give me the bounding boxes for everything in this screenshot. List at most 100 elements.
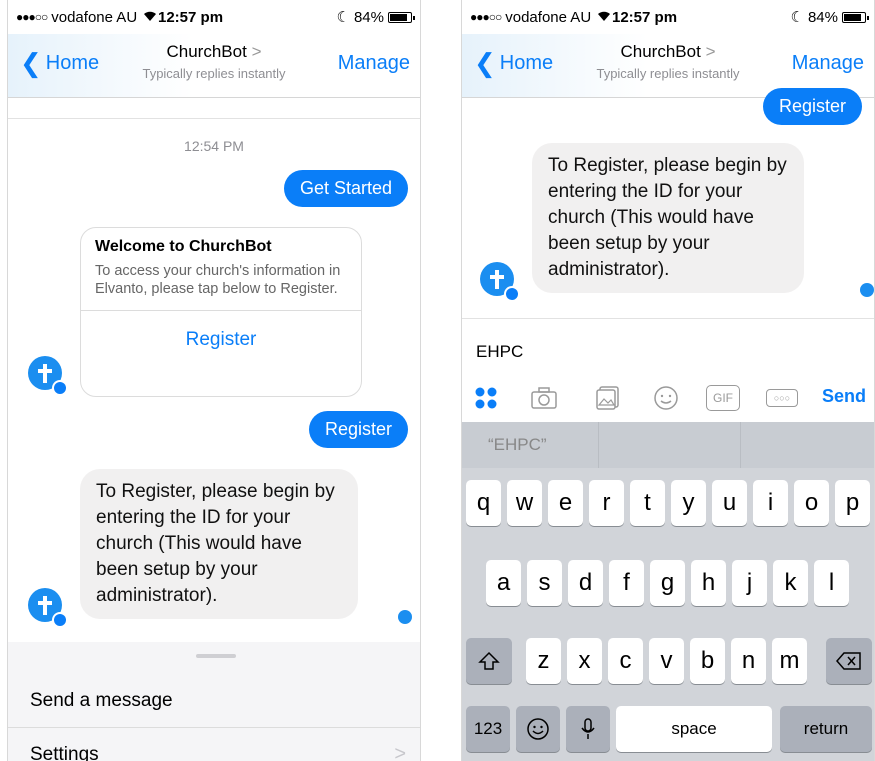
- gif-label: GIF: [713, 391, 733, 405]
- nav-bar: ❮ Home ChurchBot > Typically replies ins…: [8, 34, 420, 98]
- key-r[interactable]: r: [589, 480, 624, 526]
- key-d[interactable]: d: [568, 560, 603, 606]
- messenger-badge-icon: [504, 286, 520, 302]
- chevron-right-icon: >: [394, 743, 406, 761]
- key-h[interactable]: h: [691, 560, 726, 606]
- message-input[interactable]: EHPC: [476, 342, 523, 362]
- delete-key[interactable]: [826, 638, 872, 684]
- emoji-icon[interactable]: [652, 384, 680, 412]
- gif-icon[interactable]: GIF: [706, 385, 740, 411]
- messenger-badge-icon: [52, 612, 68, 628]
- status-time: 12:57 pm: [612, 8, 678, 26]
- key-i[interactable]: i: [753, 480, 788, 526]
- chevron-right-icon: >: [251, 42, 262, 61]
- key-a[interactable]: a: [486, 560, 521, 606]
- key-g[interactable]: g: [650, 560, 685, 606]
- welcome-card-body: Welcome to ChurchBot To access your chur…: [81, 228, 361, 311]
- manage-button[interactable]: Manage: [338, 52, 410, 75]
- chevron-right-icon: >: [705, 42, 716, 61]
- status-bar: ●●●○○ vodafone AU 12:57 pm ☾ 84%: [462, 0, 874, 34]
- key-b[interactable]: b: [690, 638, 725, 684]
- welcome-card-text: To access your church's information in E…: [95, 263, 341, 297]
- key-x[interactable]: x: [567, 638, 602, 684]
- key-z[interactable]: z: [526, 638, 561, 684]
- prediction-suggestion[interactable]: “EHPC”: [462, 422, 600, 468]
- shift-icon: [478, 651, 500, 670]
- return-key[interactable]: return: [780, 706, 872, 752]
- prediction-bar: “EHPC”: [462, 422, 874, 468]
- messenger-badge-icon: [52, 380, 68, 396]
- shift-key[interactable]: [466, 638, 512, 684]
- emoji-icon: [527, 718, 549, 740]
- bot-avatar: [28, 356, 68, 396]
- menu-item-settings[interactable]: Settings >: [8, 728, 420, 761]
- emoji-key[interactable]: [516, 706, 560, 752]
- key-p[interactable]: p: [835, 480, 870, 526]
- menu-item-label: Settings: [30, 743, 99, 761]
- welcome-card: Welcome to ChurchBot To access your chur…: [80, 227, 362, 397]
- key-n[interactable]: n: [731, 638, 766, 684]
- carrier-label: vodafone AU: [505, 8, 592, 26]
- message-register: Register: [308, 411, 408, 448]
- bot-menu: Send a message Settings >: [8, 642, 420, 761]
- key-w[interactable]: w: [507, 480, 542, 526]
- key-c[interactable]: c: [608, 638, 643, 684]
- key-k[interactable]: k: [773, 560, 808, 606]
- key-f[interactable]: f: [609, 560, 644, 606]
- backspace-icon: [836, 652, 861, 670]
- battery-icon: [842, 11, 869, 23]
- more-icon[interactable]: ○○○: [766, 389, 798, 407]
- microphone-icon: [581, 718, 595, 739]
- key-o[interactable]: o: [794, 480, 829, 526]
- wifi-icon: [143, 9, 157, 26]
- manage-button[interactable]: Manage: [792, 52, 864, 75]
- composer-divider: [462, 318, 874, 319]
- key-m[interactable]: m: [772, 638, 807, 684]
- bot-message: To Register, please begin by entering th…: [532, 143, 804, 293]
- key-v[interactable]: v: [649, 638, 684, 684]
- key-t[interactable]: t: [630, 480, 665, 526]
- numbers-key[interactable]: 123: [466, 706, 510, 752]
- status-time: 12:57 pm: [158, 8, 224, 26]
- moon-icon: ☾: [790, 9, 804, 26]
- drag-handle[interactable]: [196, 654, 236, 658]
- key-j[interactable]: j: [732, 560, 767, 606]
- register-card-button[interactable]: Register: [81, 311, 361, 369]
- left-screenshot: ●●●○○ vodafone AU 12:57 pm ☾ 84% ❮ Home …: [7, 0, 421, 761]
- menu-item-send-message[interactable]: Send a message: [8, 674, 420, 728]
- key-l[interactable]: l: [814, 560, 849, 606]
- signal-icon: ●●●○○: [470, 10, 502, 24]
- bot-avatar: [28, 588, 68, 628]
- key-u[interactable]: u: [712, 480, 747, 526]
- photo-icon[interactable]: [594, 384, 622, 412]
- keyboard: “EHPC” q w e r t y u i o p a s d f g h j k l z x c v b n m 123 spac…: [462, 422, 874, 761]
- battery-percent: 84%: [807, 8, 838, 26]
- chat-title-text: ChurchBot: [166, 42, 247, 61]
- key-s[interactable]: s: [527, 560, 562, 606]
- key-q[interactable]: q: [466, 480, 501, 526]
- carrier-label: vodafone AU: [51, 8, 138, 26]
- send-button[interactable]: Send: [822, 386, 866, 407]
- divider: [8, 118, 420, 119]
- welcome-card-title: Welcome to ChurchBot: [95, 238, 272, 255]
- moon-icon: ☾: [336, 9, 350, 26]
- prediction-empty: [741, 422, 874, 468]
- key-y[interactable]: y: [671, 480, 706, 526]
- key-e[interactable]: e: [548, 480, 583, 526]
- apps-icon[interactable]: [472, 384, 500, 412]
- battery-percent: 84%: [353, 8, 384, 26]
- message-register: Register: [762, 88, 862, 125]
- camera-icon[interactable]: [530, 384, 558, 412]
- microphone-key[interactable]: [566, 706, 610, 752]
- battery-icon: [388, 11, 415, 23]
- signal-icon: ●●●○○: [16, 10, 48, 24]
- message-get-started: Get Started: [283, 170, 408, 207]
- bot-message: To Register, please begin by entering th…: [80, 469, 358, 619]
- right-screenshot: ●●●○○ vodafone AU 12:57 pm ☾ 84% ❮ Home …: [461, 0, 875, 761]
- menu-item-label: Send a message: [30, 689, 173, 711]
- status-bar: ●●●○○ vodafone AU 12:57 pm ☾ 84%: [8, 0, 420, 34]
- read-receipt-icon: [860, 283, 874, 297]
- chat-title-text: ChurchBot: [620, 42, 701, 61]
- space-key[interactable]: space: [616, 706, 772, 752]
- prediction-empty: [599, 422, 741, 468]
